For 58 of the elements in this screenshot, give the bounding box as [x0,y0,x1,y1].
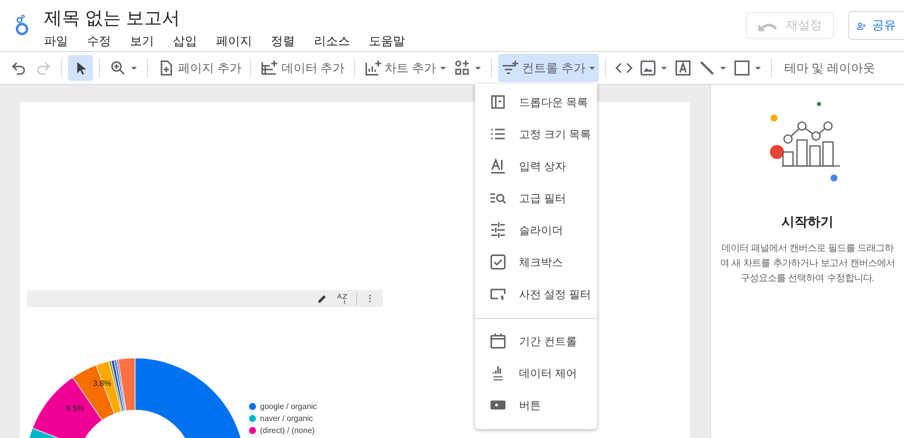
menu-item[interactable]: 데이터 제어 [475,357,597,389]
menu-item[interactable]: 페이지 [216,33,252,50]
caret-icon [439,64,448,72]
menu-item[interactable]: 버튼 [475,389,597,421]
caret-icon [588,64,596,72]
menu-item[interactable]: 정렬 [271,33,295,50]
caret-icon [474,64,482,72]
pointer-tool-button[interactable] [68,55,93,81]
sliders-icon [489,221,507,239]
logo-icon [15,14,29,36]
menu-item[interactable]: 고정 크기 목록 [475,118,597,150]
shapes-plus-icon [453,59,472,77]
square-icon [733,59,752,77]
caret-icon [719,64,728,72]
zoom-icon [109,59,127,77]
menu-item[interactable]: 드롭다운 목록 [475,86,597,118]
image-icon [639,59,658,77]
caret-icon [660,64,668,72]
calendar-icon [489,332,507,350]
legend-label: naver / organic [260,414,313,423]
sort-icon[interactable] [336,292,348,304]
text-input-icon [489,157,507,175]
legend-label: (direct) / (none) [260,426,315,435]
data-label: 9.5% [66,404,84,413]
caret-icon [130,64,138,72]
menu-item[interactable]: 보기 [130,33,154,50]
panel-title: 시작하기 [782,213,834,231]
menu-item[interactable]: 사전 설정 필터 [475,278,597,310]
share-button[interactable]: 공유 [848,11,904,40]
panel-description: 데이터 패널에서 캔버스로 필드를 드래그하여 새 차트를 추가하거나 보고서 캔버스에서 구성요소를 선택하여 수정합니다. [718,241,896,285]
menu-item[interactable]: 수정 [87,33,111,50]
line-icon [698,59,716,77]
menu-item[interactable]: 삽입 [173,33,197,50]
redo-icon [34,59,52,77]
menu-item[interactable]: 슬라이더 [475,214,597,246]
filter-plus-icon [501,59,520,77]
add-control-button[interactable]: 컨트롤 추가 [498,54,600,82]
undo-icon [10,59,28,77]
add-chart-button[interactable]: 차트 추가 [360,55,450,81]
menu-item[interactable]: 체크박스 [475,246,597,278]
bar-chart-plus-icon [364,59,382,77]
report-title[interactable]: 제목 없는 보고서 [44,6,746,30]
checkbox-icon [489,253,507,271]
text-box-icon [674,59,692,77]
menu-item[interactable]: 입력 상자 [475,150,597,182]
menu-item[interactable]: 고급 필터 [475,182,597,214]
theme-layout-button[interactable]: 테마 및 레이아웃 [778,55,882,81]
menu-item[interactable]: 리소스 [314,33,350,50]
menu-item[interactable]: 파일 [44,33,68,50]
menu-item[interactable]: 기간 컨트롤 [475,325,597,357]
pencil-icon[interactable] [317,293,328,304]
dropdown-list-icon [489,93,507,111]
caret-icon [754,64,762,72]
add-page-button[interactable]: 페이지 추가 [154,55,244,81]
add-data-button[interactable]: 데이터 추가 [257,55,348,81]
legend-label: google / organic [260,402,317,411]
menu-item[interactable]: 도움말 [369,33,405,50]
table-plus-icon [260,59,278,77]
